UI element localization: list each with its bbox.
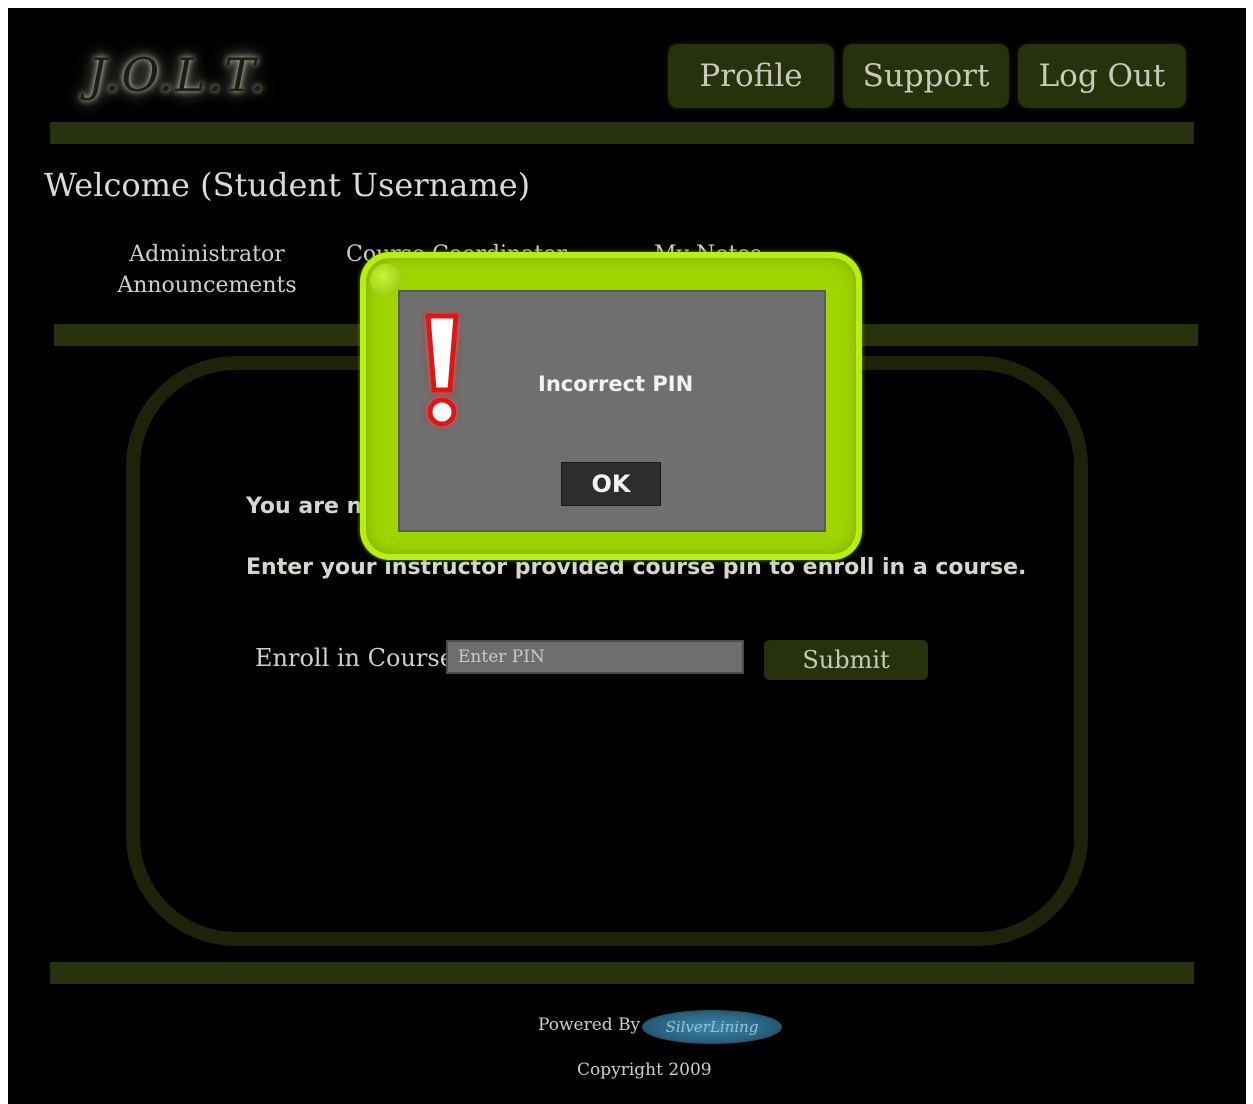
incorrect-pin-dialog: Incorrect PIN OK — [360, 252, 862, 560]
ok-button[interactable]: OK — [561, 462, 661, 506]
header-divider — [50, 122, 1194, 144]
dialog-body: Incorrect PIN OK — [398, 290, 826, 532]
powered-by-text: Powered By — [538, 1015, 641, 1035]
submit-button[interactable]: Submit — [764, 640, 928, 680]
page-frame: J.O.L.T. Profile Support Log Out Welcome… — [8, 8, 1246, 1104]
pin-input[interactable] — [446, 640, 744, 674]
footer-divider — [50, 962, 1194, 984]
jolt-logo: J.O.L.T. — [88, 48, 267, 102]
sponsor-logo: SilverLining — [642, 1010, 782, 1044]
logout-button[interactable]: Log Out — [1018, 44, 1186, 108]
tab-administrator-announcements[interactable]: Administrator Announcements — [108, 239, 306, 301]
tab-label-line2: Announcements — [117, 273, 297, 298]
exclamation-icon — [425, 313, 459, 427]
support-button[interactable]: Support — [843, 44, 1009, 108]
welcome-heading: Welcome (Student Username) — [44, 166, 531, 204]
profile-button[interactable]: Profile — [668, 44, 834, 108]
copyright-text: Copyright 2009 — [577, 1060, 712, 1080]
dialog-message: Incorrect PIN — [538, 372, 694, 396]
tab-label-line1: Administrator — [129, 242, 285, 267]
enroll-label: Enroll in Course — [255, 644, 454, 672]
